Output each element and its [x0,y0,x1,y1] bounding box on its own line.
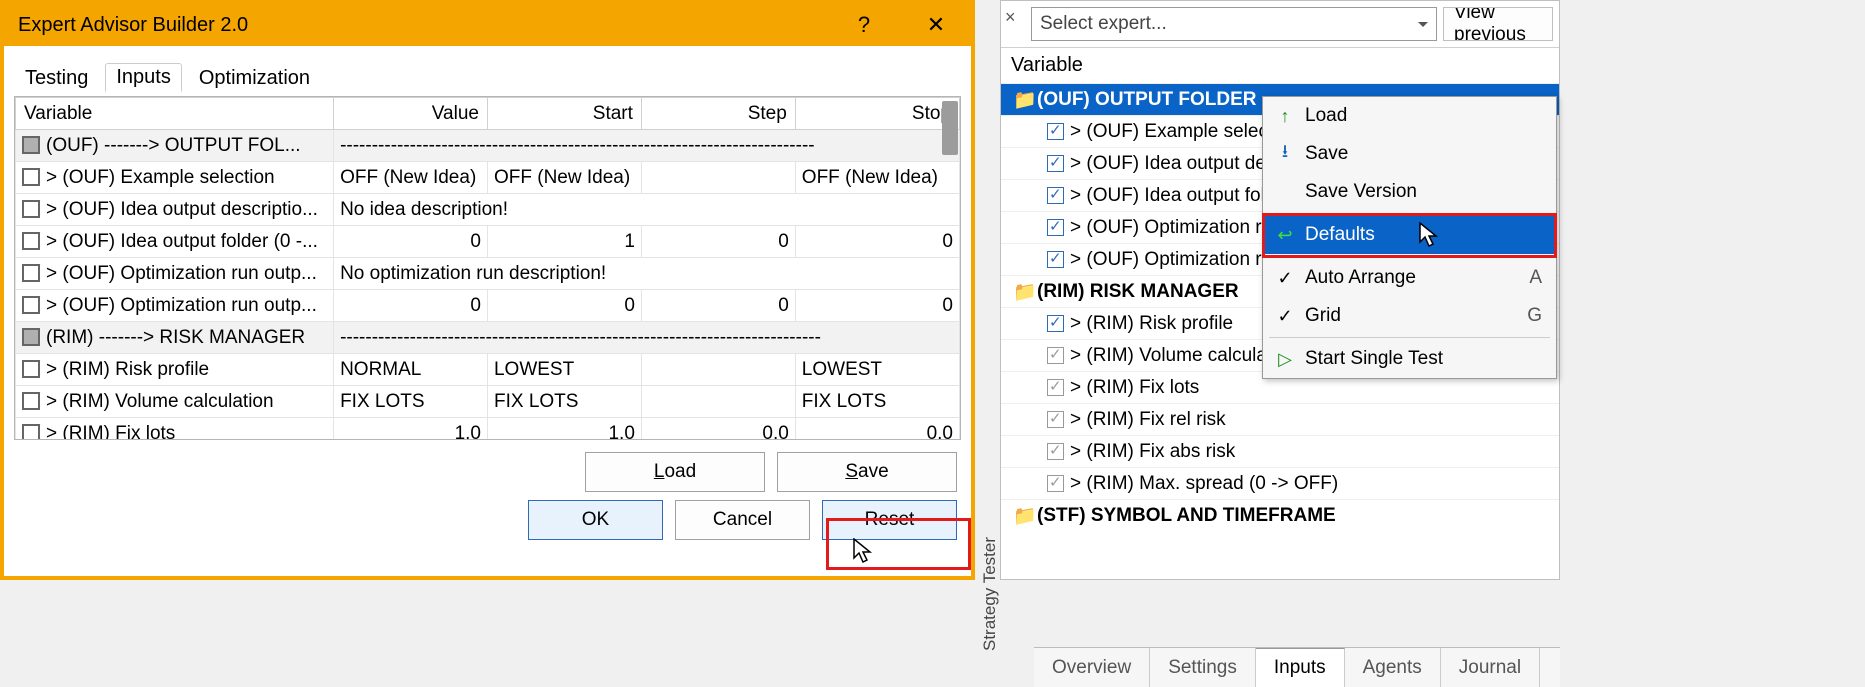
col-stop[interactable]: Stop [795,98,959,130]
strategy-tester-label: Strategy Tester [980,537,1000,651]
ctx-start-single-test[interactable]: ▷Start Single Test [1263,340,1556,378]
check-icon: ✓ [1275,306,1295,327]
ctx-auto-arrange[interactable]: ✓Auto ArrangeA [1263,259,1556,297]
expert-select[interactable]: Select expert... [1031,7,1437,41]
reset-button[interactable]: Reset [822,500,957,540]
checkbox[interactable] [1047,315,1064,332]
tab-inputs[interactable]: Inputs [105,63,181,92]
folder-icon: 📁 [1013,88,1031,112]
ctx-save[interactable]: ⭳Save [1263,135,1556,173]
tab-overview[interactable]: Overview [1034,648,1150,687]
tab-settings[interactable]: Settings [1150,648,1256,687]
dialog-tabs: Testing Inputs Optimization [4,46,971,92]
checkbox[interactable] [1047,347,1064,364]
col-step[interactable]: Step [641,98,795,130]
ctx-defaults[interactable]: ↩Defaults [1263,216,1556,254]
upload-icon: ↑ [1275,106,1295,127]
variable-header[interactable]: Variable [1001,48,1559,83]
col-variable[interactable]: Variable [16,98,334,130]
tree-item[interactable]: > (RIM) Fix abs risk [1001,435,1559,467]
tab-testing[interactable]: Testing [14,64,99,92]
checkbox[interactable] [1047,219,1064,236]
ctx-grid[interactable]: ✓GridG [1263,297,1556,335]
close-icon[interactable]: ✕ [915,12,957,38]
tab-journal[interactable]: Journal [1441,648,1540,687]
cancel-button[interactable]: Cancel [675,500,810,540]
checkbox[interactable] [1047,443,1064,460]
table-row[interactable]: (OUF) -------> OUTPUT FOL...------------… [16,130,960,162]
table-row[interactable]: (RIM) -------> RISK MANAGER-------------… [16,322,960,354]
ok-button[interactable]: OK [528,500,663,540]
checkbox[interactable] [1047,155,1064,172]
ctx-load[interactable]: ↑Load [1263,97,1556,135]
table-row[interactable]: > (RIM) Risk profileNORMALLOWESTLOWEST [16,354,960,386]
tab-optimization[interactable]: Optimization [188,64,321,92]
col-start[interactable]: Start [487,98,641,130]
download-icon: ⭳ [1275,139,1295,169]
view-previous-button[interactable]: View previous [1443,7,1553,41]
scrollbar-thumb[interactable] [942,101,958,155]
checkbox[interactable] [1047,251,1064,268]
check-icon: ✓ [1275,268,1295,289]
folder-icon: 📁 [1013,504,1031,528]
checkbox[interactable] [1047,475,1064,492]
table-row[interactable]: > (OUF) Idea output folder (0 -...0100 [16,226,960,258]
context-menu: ↑Load ⭳Save Save Version ↩Defaults ✓Auto… [1262,96,1557,379]
panel-close-icon[interactable]: × [1005,7,1016,28]
tab-agents[interactable]: Agents [1345,648,1441,687]
tree-group[interactable]: 📁(STF) SYMBOL AND TIMEFRAME [1001,499,1559,531]
checkbox[interactable] [1047,411,1064,428]
tree-item[interactable]: > (RIM) Max. spread (0 -> OFF) [1001,467,1559,499]
ctx-save-version[interactable]: Save Version [1263,173,1556,211]
tab-inputs-bottom[interactable]: Inputs [1256,648,1345,687]
help-icon[interactable]: ? [843,12,885,38]
titlebar[interactable]: Expert Advisor Builder 2.0 ? ✕ [4,4,971,46]
tree-item[interactable]: > (RIM) Fix rel risk [1001,403,1559,435]
table-row[interactable]: > (OUF) Optimization run outp...0000 [16,290,960,322]
tester-bottom-tabs: Overview Settings Inputs Agents Journal [1034,647,1560,687]
undo-icon: ↩ [1275,225,1295,246]
load-button[interactable]: Load [585,452,765,492]
inputs-dialog: Expert Advisor Builder 2.0 ? ✕ Testing I… [0,0,975,580]
checkbox[interactable] [1047,187,1064,204]
dialog-title: Expert Advisor Builder 2.0 [18,14,843,37]
folder-icon: 📁 [1013,280,1031,304]
play-icon: ▷ [1275,349,1295,370]
checkbox[interactable] [1047,123,1064,140]
col-value[interactable]: Value [334,98,488,130]
save-button[interactable]: Save [777,452,957,492]
table-row[interactable]: > (RIM) Volume calculationFIX LOTSFIX LO… [16,386,960,418]
table-row[interactable]: > (OUF) Idea output descriptio...No idea… [16,194,960,226]
inputs-grid[interactable]: Variable Value Start Step Stop (OUF) ---… [14,96,961,440]
checkbox[interactable] [1047,379,1064,396]
table-row[interactable]: > (OUF) Example selectionOFF (New Idea)O… [16,162,960,194]
table-row[interactable]: > (RIM) Fix lots1.01.00.00.0 [16,418,960,441]
table-row[interactable]: > (OUF) Optimization run outp...No optim… [16,258,960,290]
